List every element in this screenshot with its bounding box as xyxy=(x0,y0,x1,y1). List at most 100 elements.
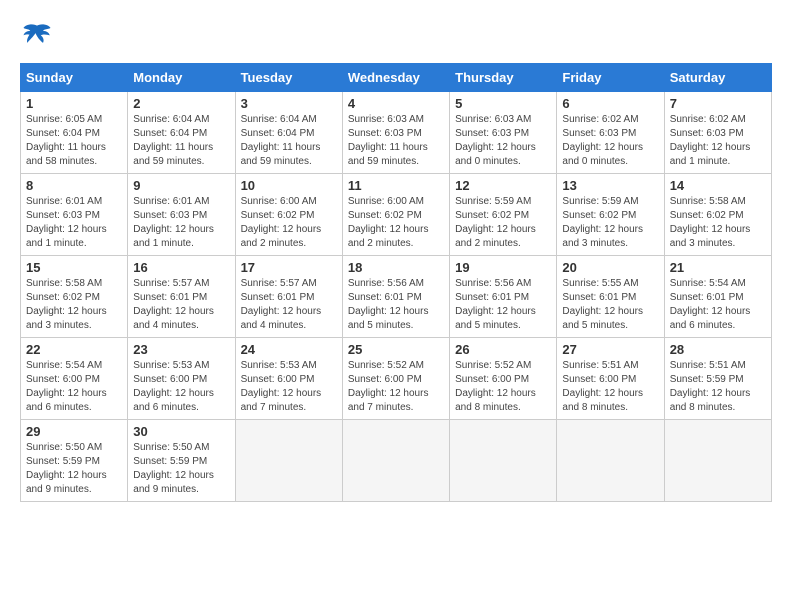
calendar-week-row: 22Sunrise: 5:54 AMSunset: 6:00 PMDayligh… xyxy=(21,338,772,420)
logo-icon xyxy=(22,20,52,50)
calendar-day-cell: 9 Sunrise: 6:01 AMSunset: 6:03 PMDaylight… xyxy=(128,174,235,256)
weekday-header-sunday: Sunday xyxy=(21,64,128,92)
day-number: 22 xyxy=(26,342,122,357)
day-number: 29 xyxy=(26,424,122,439)
weekday-header-friday: Friday xyxy=(557,64,664,92)
day-number: 16 xyxy=(133,260,229,275)
day-number: 15 xyxy=(26,260,122,275)
day-info: Sunrise: 6:02 AMSunset: 6:03 PMDaylight:… xyxy=(670,113,766,169)
day-info: Sunrise: 5:56 AMSunset: 6:01 PMDaylight:… xyxy=(455,277,551,333)
day-info: Sunrise: 6:01 AMSunset: 6:03 PMDaylight:… xyxy=(133,195,229,251)
calendar-day-cell: 14Sunrise: 5:58 AMSunset: 6:02 PMDayligh… xyxy=(664,174,771,256)
calendar-week-row: 29 Sunrise: 5:50 AMSunset: 5:59 PMDayligh… xyxy=(21,420,772,502)
weekday-header-monday: Monday xyxy=(128,64,235,92)
calendar-day-cell: 1 Sunrise: 6:05 AMSunset: 6:04 PMDaylight… xyxy=(21,92,128,174)
calendar-day-cell: 19 Sunrise: 5:56 AMSunset: 6:01 PMDayligh… xyxy=(450,256,557,338)
day-number: 4 xyxy=(348,96,444,111)
calendar-day-cell: 8 Sunrise: 6:01 AMSunset: 6:03 PMDaylight… xyxy=(21,174,128,256)
day-info: Sunrise: 5:55 AMSunset: 6:01 PMDaylight:… xyxy=(562,277,658,333)
calendar-week-row: 8 Sunrise: 6:01 AMSunset: 6:03 PMDaylight… xyxy=(21,174,772,256)
calendar-day-cell: 28 Sunrise: 5:51 AMSunset: 5:59 PMDayligh… xyxy=(664,338,771,420)
day-number: 23 xyxy=(133,342,229,357)
calendar-day-cell: 24 Sunrise: 5:53 AMSunset: 6:00 PMDayligh… xyxy=(235,338,342,420)
weekday-header-thursday: Thursday xyxy=(450,64,557,92)
page-header xyxy=(20,20,772,55)
day-info: Sunrise: 5:54 AMSunset: 6:01 PMDaylight:… xyxy=(670,277,766,333)
day-number: 6 xyxy=(562,96,658,111)
day-number: 18 xyxy=(348,260,444,275)
day-number: 24 xyxy=(241,342,337,357)
day-number: 27 xyxy=(562,342,658,357)
weekday-header-wednesday: Wednesday xyxy=(342,64,449,92)
day-number: 2 xyxy=(133,96,229,111)
calendar-day-cell: 26 Sunrise: 5:52 AMSunset: 6:00 PMDayligh… xyxy=(450,338,557,420)
day-info: Sunrise: 6:00 AMSunset: 6:02 PMDaylight:… xyxy=(241,195,337,251)
calendar-day-cell: 22Sunrise: 5:54 AMSunset: 6:00 PMDayligh… xyxy=(21,338,128,420)
day-number: 5 xyxy=(455,96,551,111)
day-info: Sunrise: 5:52 AMSunset: 6:00 PMDaylight:… xyxy=(348,359,444,415)
day-info: Sunrise: 5:59 AMSunset: 6:02 PMDaylight:… xyxy=(562,195,658,251)
day-info: Sunrise: 6:01 AMSunset: 6:03 PMDaylight:… xyxy=(26,195,122,251)
day-number: 21 xyxy=(670,260,766,275)
day-info: Sunrise: 6:03 AMSunset: 6:03 PMDaylight:… xyxy=(348,113,444,169)
day-number: 20 xyxy=(562,260,658,275)
day-info: Sunrise: 6:00 AMSunset: 6:02 PMDaylight:… xyxy=(348,195,444,251)
weekday-header-saturday: Saturday xyxy=(664,64,771,92)
day-info: Sunrise: 5:53 AMSunset: 6:00 PMDaylight:… xyxy=(133,359,229,415)
weekday-header-tuesday: Tuesday xyxy=(235,64,342,92)
calendar-day-cell: 18 Sunrise: 5:56 AMSunset: 6:01 PMDayligh… xyxy=(342,256,449,338)
day-info: Sunrise: 5:52 AMSunset: 6:00 PMDaylight:… xyxy=(455,359,551,415)
day-number: 14 xyxy=(670,178,766,193)
calendar-week-row: 15Sunrise: 5:58 AMSunset: 6:02 PMDayligh… xyxy=(21,256,772,338)
day-info: Sunrise: 6:04 AMSunset: 6:04 PMDaylight:… xyxy=(133,113,229,169)
day-info: Sunrise: 5:50 AMSunset: 5:59 PMDaylight:… xyxy=(26,441,122,497)
day-number: 26 xyxy=(455,342,551,357)
day-number: 1 xyxy=(26,96,122,111)
calendar-day-cell: 10 Sunrise: 6:00 AMSunset: 6:02 PMDayligh… xyxy=(235,174,342,256)
calendar-day-cell: 5 Sunrise: 6:03 AMSunset: 6:03 PMDaylight… xyxy=(450,92,557,174)
calendar-day-cell xyxy=(235,420,342,502)
calendar-day-cell: 15Sunrise: 5:58 AMSunset: 6:02 PMDayligh… xyxy=(21,256,128,338)
day-info: Sunrise: 6:02 AMSunset: 6:03 PMDaylight:… xyxy=(562,113,658,169)
calendar-day-cell: 4 Sunrise: 6:03 AMSunset: 6:03 PMDaylight… xyxy=(342,92,449,174)
day-number: 13 xyxy=(562,178,658,193)
calendar-day-cell: 21 Sunrise: 5:54 AMSunset: 6:01 PMDayligh… xyxy=(664,256,771,338)
calendar-day-cell: 12Sunrise: 5:59 AMSunset: 6:02 PMDayligh… xyxy=(450,174,557,256)
day-number: 3 xyxy=(241,96,337,111)
calendar-day-cell: 30Sunrise: 5:50 AMSunset: 5:59 PMDayligh… xyxy=(128,420,235,502)
calendar-day-cell: 11 Sunrise: 6:00 AMSunset: 6:02 PMDayligh… xyxy=(342,174,449,256)
day-info: Sunrise: 6:05 AMSunset: 6:04 PMDaylight:… xyxy=(26,113,122,169)
day-number: 8 xyxy=(26,178,122,193)
calendar-day-cell: 17 Sunrise: 5:57 AMSunset: 6:01 PMDayligh… xyxy=(235,256,342,338)
calendar-day-cell: 29 Sunrise: 5:50 AMSunset: 5:59 PMDayligh… xyxy=(21,420,128,502)
day-info: Sunrise: 6:04 AMSunset: 6:04 PMDaylight:… xyxy=(241,113,337,169)
calendar-day-cell xyxy=(664,420,771,502)
logo xyxy=(20,20,52,55)
day-info: Sunrise: 5:59 AMSunset: 6:02 PMDaylight:… xyxy=(455,195,551,251)
calendar-day-cell xyxy=(557,420,664,502)
day-number: 17 xyxy=(241,260,337,275)
calendar-day-cell: 20 Sunrise: 5:55 AMSunset: 6:01 PMDayligh… xyxy=(557,256,664,338)
day-info: Sunrise: 5:50 AMSunset: 5:59 PMDaylight:… xyxy=(133,441,229,497)
day-info: Sunrise: 5:56 AMSunset: 6:01 PMDaylight:… xyxy=(348,277,444,333)
weekday-header-row: SundayMondayTuesdayWednesdayThursdayFrid… xyxy=(21,64,772,92)
calendar-day-cell: 3 Sunrise: 6:04 AMSunset: 6:04 PMDaylight… xyxy=(235,92,342,174)
day-number: 10 xyxy=(241,178,337,193)
calendar-day-cell xyxy=(342,420,449,502)
day-info: Sunrise: 5:53 AMSunset: 6:00 PMDaylight:… xyxy=(241,359,337,415)
calendar-day-cell: 6 Sunrise: 6:02 AMSunset: 6:03 PMDaylight… xyxy=(557,92,664,174)
calendar-day-cell: 16 Sunrise: 5:57 AMSunset: 6:01 PMDayligh… xyxy=(128,256,235,338)
day-number: 11 xyxy=(348,178,444,193)
day-number: 9 xyxy=(133,178,229,193)
day-number: 19 xyxy=(455,260,551,275)
day-info: Sunrise: 5:51 AMSunset: 5:59 PMDaylight:… xyxy=(670,359,766,415)
calendar-day-cell: 25Sunrise: 5:52 AMSunset: 6:00 PMDayligh… xyxy=(342,338,449,420)
day-info: Sunrise: 5:57 AMSunset: 6:01 PMDaylight:… xyxy=(241,277,337,333)
calendar-table: SundayMondayTuesdayWednesdayThursdayFrid… xyxy=(20,63,772,502)
calendar-day-cell: 13 Sunrise: 5:59 AMSunset: 6:02 PMDayligh… xyxy=(557,174,664,256)
day-number: 28 xyxy=(670,342,766,357)
calendar-week-row: 1 Sunrise: 6:05 AMSunset: 6:04 PMDaylight… xyxy=(21,92,772,174)
day-info: Sunrise: 6:03 AMSunset: 6:03 PMDaylight:… xyxy=(455,113,551,169)
day-info: Sunrise: 5:57 AMSunset: 6:01 PMDaylight:… xyxy=(133,277,229,333)
calendar-day-cell: 2 Sunrise: 6:04 AMSunset: 6:04 PMDaylight… xyxy=(128,92,235,174)
